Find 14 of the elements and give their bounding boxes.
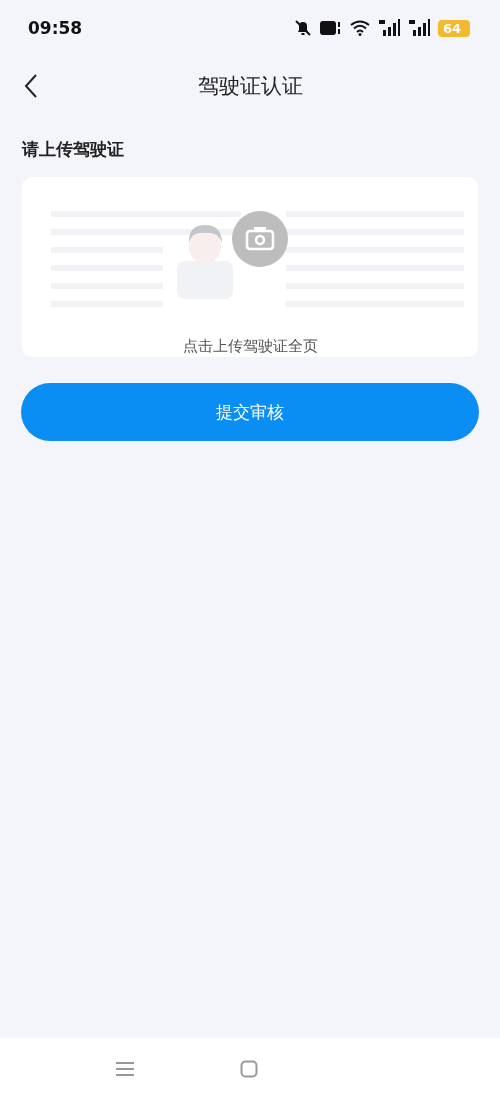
- signal-icon: [378, 19, 400, 37]
- page-title: 驾驶证认证: [197, 73, 303, 100]
- battery-level: 64: [438, 19, 470, 37]
- status-time: 09:58: [28, 18, 83, 38]
- wifi-icon: [350, 20, 370, 36]
- muted-bell-icon: [294, 19, 312, 37]
- signal-icon: [408, 19, 430, 37]
- section-label: 请上传驾驶证: [22, 138, 125, 161]
- menu-icon[interactable]: [115, 1061, 135, 1077]
- hd-icon: [320, 20, 342, 36]
- upload-caption: 点击上传驾驶证全页: [182, 337, 318, 356]
- upload-card[interactable]: 点击上传驾驶证全页: [22, 177, 478, 357]
- back-icon[interactable]: [24, 73, 38, 99]
- home-icon[interactable]: [240, 1060, 258, 1078]
